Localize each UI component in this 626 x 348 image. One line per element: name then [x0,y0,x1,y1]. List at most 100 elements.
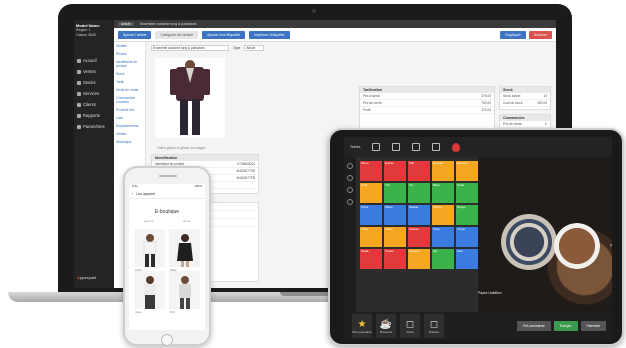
list-icon[interactable] [347,187,353,193]
tab-starters[interactable]: ◻ Entrées [424,314,444,338]
back-label[interactable]: Les apparel [136,192,155,196]
kv-row: Coût du stock 350,00 [500,100,550,107]
product-card[interactable]: Pull [169,271,200,314]
product-tile[interactable]: Steak [360,249,382,269]
tab-drinks[interactable]: ☕ Boissons [376,314,396,338]
product-tile[interactable]: Riz [432,249,454,269]
sidebar-item-clients[interactable]: Clients [74,99,114,110]
type-select[interactable]: Article [244,45,265,51]
user-block[interactable]: Model Name Region 1 Caisse 3640 [74,20,114,41]
product-tile[interactable]: Bière [432,183,454,203]
add-label-button[interactable]: Ajouter à la étiquette [202,30,246,39]
product-tile[interactable]: Menu [360,161,382,181]
model-image [143,276,156,309]
add-article-button[interactable]: Ajouter l'article [118,30,152,39]
product-tile[interactable]: Gâteau [408,227,430,247]
glass-icon: ◻ [405,318,415,330]
tab-category[interactable]: Catégorie de l'article [155,30,199,39]
phone-screen: 9:41 100% ‹ Les apparel E-boutique gauch… [129,184,205,330]
product-tile[interactable]: Pain [456,249,478,269]
product-card[interactable]: Tshirt [134,229,165,272]
device-showcase: Model Name Region 1 Caisse 3640 Accueil … [0,0,626,348]
product-tile[interactable]: Dessert [432,161,454,181]
product-image[interactable] [155,58,225,138]
subnav-right[interactable]: droite [183,219,191,223]
subnav-item[interactable]: Liste [114,114,145,122]
top-bar: Article Ensemble costume long & pantalon… [114,20,556,28]
preorder-button[interactable]: Pré-commande [517,321,551,331]
product-card[interactable]: Robe [169,229,200,272]
product-tile[interactable]: Poisson [408,249,430,269]
model-image [176,234,193,267]
product-tile[interactable]: Soupe [432,205,454,225]
new-order-icon[interactable] [372,143,381,151]
product-tile[interactable]: Pizza [360,205,382,225]
product-tile[interactable]: Thé [384,183,406,203]
subnav-item[interactable]: Identifiants du produit [114,58,145,70]
tables-label[interactable]: Tables [350,145,360,149]
subnav-item[interactable]: Commandes ouvertes [114,94,145,106]
subnav-item[interactable]: Stock [114,70,145,78]
product-tile[interactable]: Soda [456,183,478,203]
phone: 9:41 100% ‹ Les apparel E-boutique gauch… [123,166,211,346]
tab-popular[interactable]: ★ Plus populaire [352,314,372,338]
product-tile[interactable]: Glace [384,227,406,247]
product-tile[interactable]: Poulet [384,249,406,269]
settings-icon[interactable] [347,199,353,205]
gear-icon [77,124,81,129]
subnav-item[interactable]: Mode de vente [114,86,145,94]
cup-icon: ☕ [379,318,393,330]
kv-row: Stock actuel 10 [500,93,550,100]
wrench-icon [77,91,81,96]
archive-button[interactable]: Archiver [528,30,552,39]
sidebar-item-stock[interactable]: Stocks [74,77,114,88]
payment-button[interactable]: Paiement [580,321,606,331]
product-tile[interactable]: Boisson [456,161,478,181]
subnav-item[interactable]: Tarifs [114,78,145,86]
duplicate-button[interactable]: Dupliquer [500,30,526,39]
breadcrumb: Ensemble costume long & pantalons [139,22,197,26]
chevron-right-icon[interactable]: › [610,243,612,249]
user-icon[interactable] [347,175,353,181]
product-tile[interactable]: Crêpe [456,227,478,247]
product-card[interactable]: Jupe [134,271,165,314]
product-tile-grid: Menu Entrée Plat Dessert Boisson Café Th… [360,161,478,269]
product-tile[interactable]: Frites [360,227,382,247]
subnav-item[interactable]: Emplacements [114,122,145,130]
product-tile[interactable]: Vin [408,183,430,203]
bill-hint: Payez l'addition [478,291,502,295]
send-button[interactable]: Envoyer [553,321,578,331]
product-tile[interactable]: Tarte [432,227,454,247]
favorite-icon[interactable] [432,143,441,151]
camera-dot [312,9,316,13]
print-label-button[interactable]: Imprimer l'étiquette [249,30,290,39]
sidebar-item-sales[interactable]: Ventes [74,66,114,77]
sidebar-item-services[interactable]: Services [74,88,114,99]
subnav-item[interactable]: Photos [114,50,145,58]
sidebar-item-reports[interactable]: Rapports [74,110,114,121]
subnav-item[interactable]: Modèle [114,42,145,50]
sidebar-item-settings[interactable]: Paramètres [74,121,114,132]
subnav-left[interactable]: gauche [144,219,154,223]
product-tile[interactable]: Salade [408,205,430,225]
product-tile[interactable]: Entrée [384,161,406,181]
coffee-cup-image [554,223,600,269]
product-tile[interactable]: Plat [408,161,430,181]
orders-icon[interactable] [412,143,421,151]
product-tile[interactable]: Café [360,183,382,203]
back-chevron-icon[interactable]: ‹ [132,192,133,196]
home-button[interactable] [161,334,173,346]
product-tile[interactable]: Burger [456,205,478,225]
search-icon[interactable] [347,163,353,169]
sidebar-item-home[interactable]: Accueil [74,55,114,66]
product-name-field[interactable]: Ensemble costume long & pantalons [151,45,229,51]
subnav-item[interactable]: Ventes [114,130,145,138]
table-icon[interactable] [392,143,401,151]
tab-article[interactable]: Article [118,22,134,26]
box-icon [77,80,81,85]
subnav-item[interactable]: Historique [114,138,145,146]
subnav-item[interactable]: Produits lies [114,106,145,114]
product-tile[interactable]: Pâtes [384,205,406,225]
brand-logo: Appsepaid [77,275,97,280]
tab-sale[interactable]: ◻ Vente [400,314,420,338]
